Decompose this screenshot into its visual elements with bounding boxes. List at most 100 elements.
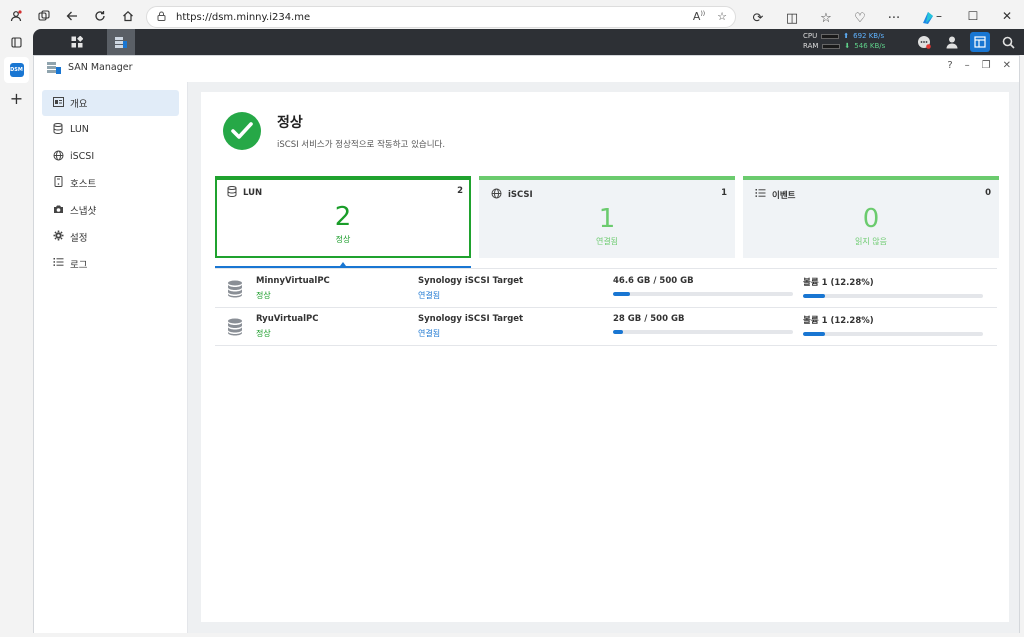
status-description: iSCSI 서비스가 정상적으로 작동하고 있습니다. bbox=[277, 140, 446, 150]
browser-close-button[interactable]: ✕ bbox=[990, 0, 1024, 32]
more-icon[interactable]: ··· bbox=[880, 4, 908, 32]
sidebar-item-label: LUN bbox=[70, 124, 89, 136]
card-count: 0 bbox=[985, 188, 991, 198]
divider bbox=[215, 268, 997, 269]
table-row[interactable]: MinnyVirtualPC 정상 Synology iSCSI Target … bbox=[215, 270, 997, 308]
usage-text: 28 GB / 500 GB bbox=[613, 314, 685, 324]
san-manager-window: SAN Manager ? – ❐ ✕ 개요 LUN iSCSI 호스트 스냅샷… bbox=[33, 55, 1020, 634]
volume-bar bbox=[803, 294, 983, 298]
sidebar-item-host[interactable]: 호스트 bbox=[42, 170, 179, 196]
target-status: 연결됨 bbox=[418, 329, 441, 338]
sidebar-item-label: 개요 bbox=[70, 99, 88, 110]
browser-maximize-button[interactable]: ☐ bbox=[956, 0, 990, 32]
workspaces-icon[interactable] bbox=[30, 2, 58, 30]
new-tab-button[interactable]: + bbox=[0, 85, 33, 111]
sidebar-item-snapshot[interactable]: 스냅샷 bbox=[42, 197, 179, 223]
split-screen-icon[interactable]: ◫ bbox=[778, 4, 806, 32]
sidebar-item-label: 스냅샷 bbox=[70, 206, 97, 218]
usage-bar bbox=[613, 292, 793, 296]
volume-bar bbox=[803, 332, 983, 336]
card-big-number: 0 bbox=[862, 204, 880, 234]
lock-icon[interactable] bbox=[157, 11, 166, 24]
target-name: Synology iSCSI Target bbox=[418, 276, 524, 286]
search-icon[interactable] bbox=[998, 32, 1018, 52]
window-bottom-edge bbox=[33, 633, 1024, 637]
database-icon bbox=[227, 186, 237, 200]
read-aloud-icon[interactable]: A)) bbox=[693, 10, 705, 23]
card-subtitle: 연결됨 bbox=[595, 237, 619, 246]
san-manager-app-icon bbox=[46, 60, 62, 76]
sidebar-item-log[interactable]: 로그 bbox=[42, 251, 179, 277]
main-menu-icon[interactable] bbox=[63, 29, 91, 55]
volume-bar-fill bbox=[803, 332, 826, 336]
card-title: 이벤트 bbox=[772, 190, 796, 201]
usage-bar bbox=[613, 330, 793, 334]
browser-minimize-button[interactable]: – bbox=[922, 0, 956, 32]
close-button[interactable]: ✕ bbox=[1003, 60, 1011, 71]
overview-panel: 정상 iSCSI 서비스가 정상적으로 작동하고 있습니다. LUN 2 2 정… bbox=[201, 92, 1009, 622]
user-icon[interactable] bbox=[942, 32, 962, 52]
lun-name: RyuVirtualPC bbox=[256, 314, 319, 324]
gear-icon bbox=[52, 230, 64, 244]
resource-monitor-widget[interactable]: CPU ⬆ 692 KB/s RAM ⬇ 546 KB/s bbox=[803, 31, 913, 53]
refresh-icon[interactable] bbox=[86, 2, 114, 30]
table-row[interactable]: RyuVirtualPC 정상 Synology iSCSI Target 연결… bbox=[215, 308, 997, 346]
list-icon bbox=[52, 257, 64, 270]
volume-text: 볼륨 1 (12.28%) bbox=[803, 278, 874, 288]
globe-icon bbox=[491, 188, 502, 202]
sidebar-item-label: 호스트 bbox=[70, 179, 97, 191]
widgets-icon[interactable] bbox=[970, 32, 990, 52]
events-card[interactable]: 이벤트 0 0 읽지 않음 bbox=[743, 176, 999, 258]
iscsi-card[interactable]: iSCSI 1 1 연결됨 bbox=[479, 176, 735, 258]
lun-status: 정상 bbox=[256, 329, 271, 338]
san-manager-taskbar-button[interactable] bbox=[107, 29, 135, 55]
ram-label: RAM bbox=[803, 42, 819, 50]
sidebar-item-label: 로그 bbox=[70, 259, 88, 271]
sidebar-item-iscsi[interactable]: iSCSI bbox=[42, 144, 179, 170]
sidebar-item-overview[interactable]: 개요 bbox=[42, 90, 179, 116]
lun-card[interactable]: LUN 2 2 정상 bbox=[215, 176, 471, 258]
target-status: 연결됨 bbox=[418, 291, 441, 300]
download-arrow-icon: ⬇ bbox=[844, 42, 851, 50]
favorites-icon[interactable]: ☆ bbox=[812, 4, 840, 32]
sidebar-item-label: iSCSI bbox=[70, 151, 95, 163]
usage-bar-fill bbox=[613, 330, 624, 334]
card-count: 2 bbox=[457, 186, 463, 196]
back-icon[interactable] bbox=[58, 2, 86, 30]
upload-arrow-icon: ⬆ bbox=[843, 32, 850, 40]
overview-icon bbox=[52, 96, 64, 110]
disk-stack-icon bbox=[227, 318, 243, 336]
lun-name: MinnyVirtualPC bbox=[256, 276, 330, 286]
help-button[interactable]: ? bbox=[947, 60, 952, 71]
sidebar-item-settings[interactable]: 설정 bbox=[42, 224, 179, 250]
window-titlebar[interactable]: SAN Manager ? – ❐ ✕ bbox=[34, 56, 1019, 80]
usage-text: 46.6 GB / 500 GB bbox=[613, 276, 694, 286]
tab-dsm[interactable]: DSM bbox=[4, 57, 29, 83]
camera-icon bbox=[52, 204, 64, 217]
status-header: 정상 iSCSI 서비스가 정상적으로 작동하고 있습니다. bbox=[223, 112, 445, 150]
sidebar: 개요 LUN iSCSI 호스트 스냅샷 설정 로그 bbox=[34, 82, 188, 634]
sidebar-item-lun[interactable]: LUN bbox=[42, 117, 179, 143]
card-subtitle: 읽지 않음 bbox=[855, 237, 887, 246]
restore-button[interactable]: ❐ bbox=[982, 60, 991, 71]
extensions-icon[interactable]: ⟳ bbox=[744, 4, 772, 32]
globe-icon bbox=[52, 150, 64, 164]
notifications-icon[interactable] bbox=[914, 32, 934, 52]
profile-icon[interactable] bbox=[2, 2, 30, 30]
url-text[interactable]: https://dsm.minny.i234.me bbox=[176, 12, 310, 23]
tab-panel-toggle-icon[interactable] bbox=[0, 29, 33, 55]
browser-essentials-icon[interactable]: ♡ bbox=[846, 4, 874, 32]
home-icon[interactable] bbox=[114, 2, 142, 30]
card-subtitle: 정상 bbox=[335, 235, 351, 244]
upload-speed: 692 KB/s bbox=[853, 32, 885, 40]
ram-bar bbox=[822, 43, 841, 49]
cpu-label: CPU bbox=[803, 32, 818, 40]
card-title: LUN bbox=[243, 188, 263, 198]
minimize-button[interactable]: – bbox=[965, 60, 970, 71]
summary-cards: LUN 2 2 정상 iSCSI 1 1 연결됨 이벤트 0 0 읽지 않음 bbox=[215, 176, 999, 258]
target-name: Synology iSCSI Target bbox=[418, 314, 524, 324]
disk-stack-icon bbox=[227, 280, 243, 298]
favorite-star-icon[interactable]: ☆ bbox=[717, 10, 727, 23]
address-bar[interactable]: https://dsm.minny.i234.me A)) ☆ bbox=[146, 6, 736, 28]
list-icon bbox=[755, 188, 766, 201]
